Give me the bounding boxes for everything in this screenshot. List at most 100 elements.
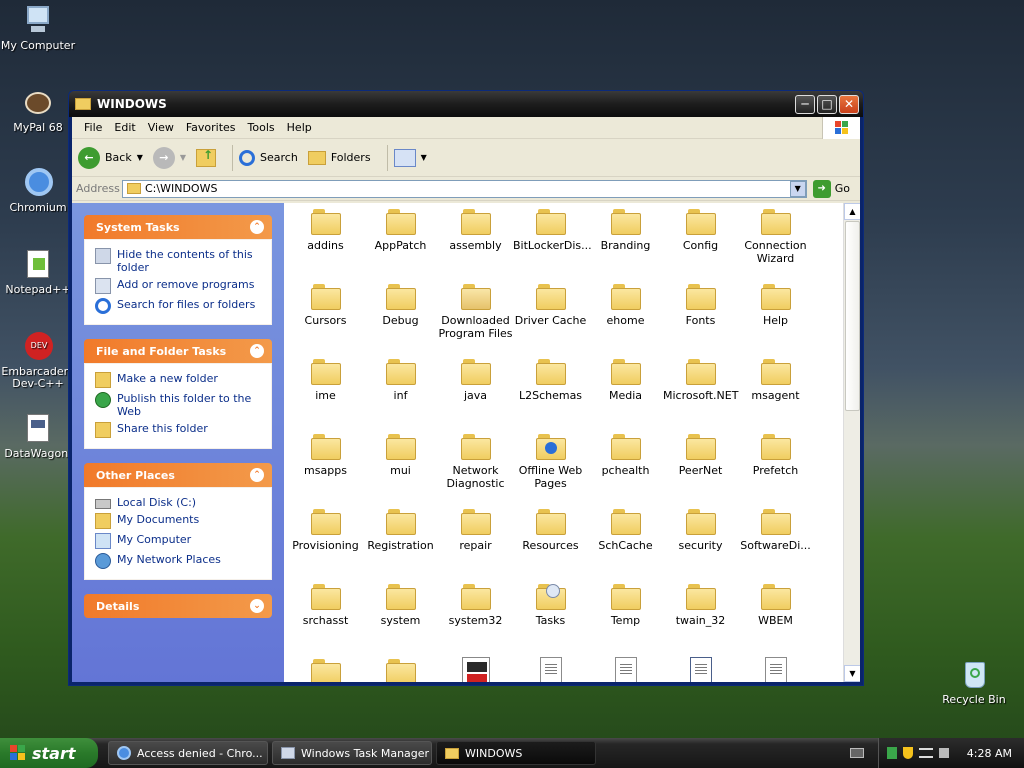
task-share-folder[interactable]: Share this folder <box>95 420 265 440</box>
desktop-icon-chromium[interactable]: Chromium <box>0 166 76 214</box>
folder-item[interactable]: system32 <box>438 582 513 657</box>
task-search-files[interactable]: Search for files or folders <box>95 296 265 316</box>
menu-edit[interactable]: Edit <box>108 121 141 134</box>
expand-icon[interactable]: ⌄ <box>250 599 264 613</box>
volume-icon[interactable] <box>939 748 949 758</box>
file-item[interactable] <box>438 657 513 682</box>
task-add-remove-programs[interactable]: Add or remove programs <box>95 276 265 296</box>
forward-button[interactable]: → ▼ <box>152 146 186 169</box>
folder-item[interactable]: Temp <box>588 582 663 657</box>
keyboard-icon[interactable] <box>850 748 864 758</box>
address-dropdown-button[interactable]: ▼ <box>789 180 806 197</box>
window-titlebar[interactable]: WINDOWS ─ □ ✕ <box>69 91 863 117</box>
folder-item[interactable]: Tasks <box>513 582 588 657</box>
security-shield-icon[interactable] <box>903 747 913 759</box>
file-item[interactable] <box>663 657 738 682</box>
folder-item[interactable]: srchasst <box>288 582 363 657</box>
folder-item[interactable]: ime <box>288 357 363 432</box>
menu-help[interactable]: Help <box>281 121 318 134</box>
menu-favorites[interactable]: Favorites <box>180 121 242 134</box>
collapse-icon[interactable]: ⌃ <box>250 220 264 234</box>
scroll-up-button[interactable]: ▲ <box>844 203 860 220</box>
menu-view[interactable]: View <box>142 121 180 134</box>
folder-item[interactable]: Registration <box>363 507 438 582</box>
desktop-icon-notepadpp[interactable]: Notepad++ <box>0 248 76 296</box>
network-icon[interactable] <box>919 748 933 758</box>
search-button[interactable]: Search <box>239 149 298 166</box>
address-input[interactable]: C:\WINDOWS ▼ <box>122 179 807 198</box>
folder-item[interactable]: Connection Wizard <box>738 207 813 282</box>
file-item[interactable] <box>738 657 813 682</box>
folder-item[interactable]: Fonts <box>663 282 738 357</box>
place-local-disk[interactable]: Local Disk (C:) <box>95 494 265 511</box>
vertical-scrollbar[interactable]: ▲ ▼ <box>843 203 860 682</box>
taskbar-item-chromium[interactable]: Access denied - Chro... <box>108 741 268 765</box>
folder-item[interactable]: Cursors <box>288 282 363 357</box>
folder-item[interactable]: assembly <box>438 207 513 282</box>
file-folder-tasks-header[interactable]: File and Folder Tasks ⌃ <box>84 339 272 363</box>
details-header[interactable]: Details ⌄ <box>84 594 272 618</box>
folder-item[interactable]: addins <box>288 207 363 282</box>
folder-item[interactable]: msapps <box>288 432 363 507</box>
taskbar-item-task-manager[interactable]: Windows Task Manager <box>272 741 432 765</box>
folder-item[interactable]: inf <box>363 357 438 432</box>
desktop-icon-datawagon[interactable]: DataWagon. <box>0 412 76 460</box>
folder-item[interactable]: SoftwareDi... <box>738 507 813 582</box>
scroll-thumb[interactable] <box>845 221 860 411</box>
folder-item[interactable]: AppPatch <box>363 207 438 282</box>
folder-item[interactable]: SchCache <box>588 507 663 582</box>
start-button[interactable]: start <box>0 738 98 768</box>
file-item[interactable] <box>588 657 663 682</box>
folder-item[interactable]: Config <box>663 207 738 282</box>
menu-file[interactable]: File <box>78 121 108 134</box>
folder-item[interactable]: security <box>663 507 738 582</box>
desktop-icon-mypal[interactable]: MyPal 68 <box>0 86 76 134</box>
task-hide-contents[interactable]: Hide the contents of this folder <box>95 246 265 276</box>
back-button[interactable]: ← Back ▼ <box>78 146 143 169</box>
folder-item[interactable]: ehome <box>588 282 663 357</box>
file-item[interactable] <box>513 657 588 682</box>
folder-item[interactable]: msagent <box>738 357 813 432</box>
maximize-button[interactable]: □ <box>817 94 837 114</box>
clock[interactable]: 4:28 AM <box>967 747 1012 760</box>
system-tasks-header[interactable]: System Tasks ⌃ <box>84 215 272 239</box>
tray-app-icon[interactable] <box>887 747 897 759</box>
views-button[interactable]: ▼ <box>393 148 427 167</box>
desktop-icon-my-computer[interactable]: My Computer <box>0 4 76 52</box>
folder-item[interactable]: Driver Cache <box>513 282 588 357</box>
chevron-down-icon[interactable]: ▼ <box>421 153 427 162</box>
folder-item[interactable]: mui <box>363 432 438 507</box>
folder-item[interactable]: Branding <box>588 207 663 282</box>
folder-item[interactable] <box>288 657 363 682</box>
folder-item[interactable]: twain_32 <box>663 582 738 657</box>
folder-item[interactable]: Microsoft.NET <box>663 357 738 432</box>
go-button[interactable]: ➜ Go <box>812 179 856 198</box>
task-new-folder[interactable]: Make a new folder <box>95 370 265 390</box>
place-my-computer[interactable]: My Computer <box>95 531 265 551</box>
task-publish-web[interactable]: Publish this folder to the Web <box>95 390 265 420</box>
place-my-network[interactable]: My Network Places <box>95 551 265 571</box>
folder-item[interactable]: Media <box>588 357 663 432</box>
folder-item[interactable]: BitLockerDis... <box>513 207 592 282</box>
taskbar-item-windows-folder[interactable]: WINDOWS <box>436 741 596 765</box>
folder-item[interactable]: repair <box>438 507 513 582</box>
minimize-button[interactable]: ─ <box>795 94 815 114</box>
desktop-icon-recycle-bin[interactable]: Recycle Bin <box>936 658 1012 706</box>
chevron-down-icon[interactable]: ▼ <box>180 153 186 162</box>
close-button[interactable]: ✕ <box>839 94 859 114</box>
folder-item[interactable]: WBEM <box>738 582 813 657</box>
folder-item[interactable]: java <box>438 357 513 432</box>
folder-item[interactable]: Help <box>738 282 813 357</box>
menu-tools[interactable]: Tools <box>242 121 281 134</box>
folder-item[interactable]: L2Schemas <box>513 357 588 432</box>
scroll-down-button[interactable]: ▼ <box>844 665 860 682</box>
chevron-down-icon[interactable]: ▼ <box>137 153 143 162</box>
folder-item[interactable]: system <box>363 582 438 657</box>
other-places-header[interactable]: Other Places ⌃ <box>84 463 272 487</box>
desktop-icon-devcpp[interactable]: DEV Embarcadero Dev-C++ <box>0 330 76 390</box>
folder-item[interactable]: Resources <box>513 507 588 582</box>
up-folder-button[interactable]: ↑ <box>196 148 217 167</box>
folders-button[interactable]: Folders <box>307 150 371 165</box>
folder-item[interactable]: Offline Web Pages <box>513 432 588 507</box>
folder-item[interactable]: Downloaded Program Files <box>438 282 513 357</box>
